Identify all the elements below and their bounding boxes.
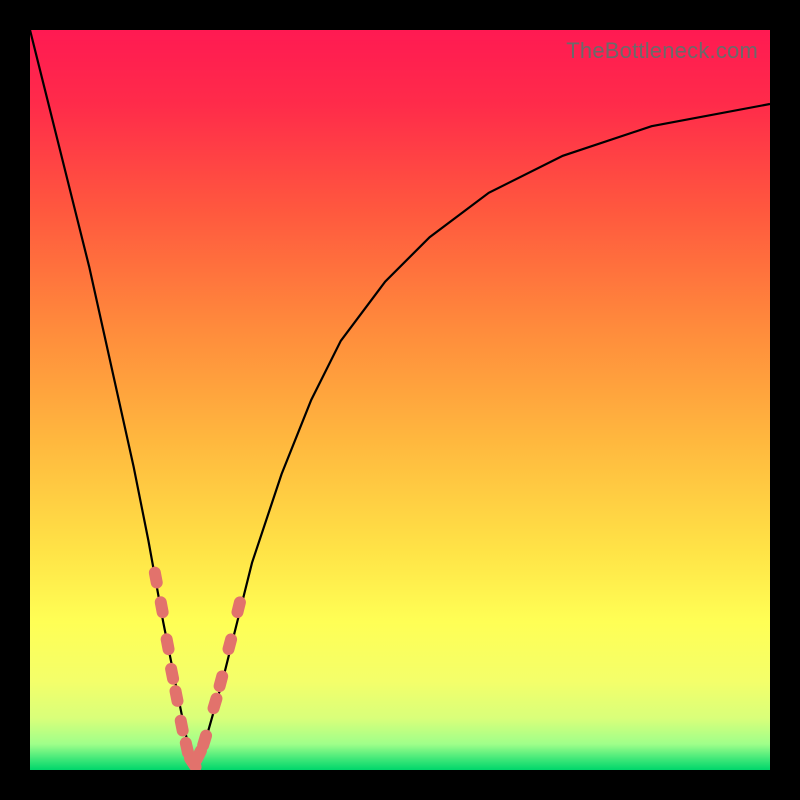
curve-marker — [174, 714, 190, 738]
curve-marker — [212, 669, 229, 693]
curve-marker — [221, 632, 238, 656]
curve-marker — [206, 691, 224, 716]
curve-marker — [164, 662, 180, 686]
curve-marker — [154, 595, 170, 619]
bottleneck-curve — [30, 30, 770, 770]
curve-marker — [160, 632, 176, 656]
curve-marker — [148, 566, 164, 590]
plot-area: TheBottleneck.com — [30, 30, 770, 770]
curve-marker — [230, 595, 247, 619]
outer-frame: TheBottleneck.com — [0, 0, 800, 800]
attribution-text: TheBottleneck.com — [566, 38, 758, 64]
curve-marker — [168, 684, 184, 708]
